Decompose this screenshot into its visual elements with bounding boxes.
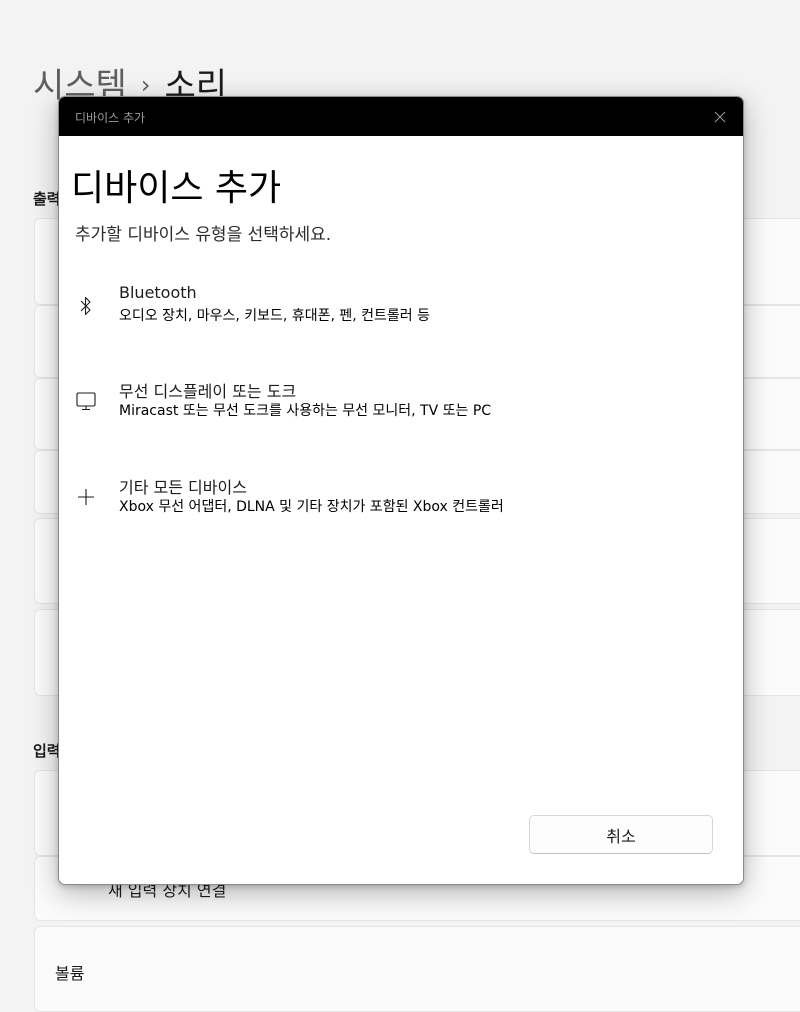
dialog-subtitle: 추가할 디바이스 유형을 선택하세요.: [75, 225, 332, 245]
add-device-dialog: 디바이스 추가 디바이스 추가 추가할 디바이스 유형을 선택하세요. Blue…: [58, 96, 744, 885]
monitor-icon: [71, 386, 101, 416]
cancel-button[interactable]: 취소: [529, 815, 713, 854]
titlebar-title: 디바이스 추가: [75, 111, 146, 125]
option-wireless-display-desc: Miracast 또는 무선 도크를 사용하는 무선 모니터, TV 또는 PC: [119, 403, 492, 419]
option-wireless-display-label: 무선 디스플레이 또는 도크: [119, 382, 297, 401]
option-other-devices-label: 기타 모든 디바이스: [119, 478, 247, 497]
option-bluetooth-label: Bluetooth: [119, 283, 197, 302]
volume-card[interactable]: 볼륨: [34, 926, 800, 1012]
section-input-heading: 입력: [33, 742, 61, 760]
option-wireless-display[interactable]: 무선 디스플레이 또는 도크 Miracast 또는 무선 도크를 사용하는 무…: [63, 378, 723, 456]
dialog-titlebar[interactable]: 디바이스 추가: [59, 97, 743, 136]
option-bluetooth[interactable]: Bluetooth 오디오 장치, 마우스, 키보드, 휴대폰, 펜, 컨트롤러…: [63, 283, 723, 361]
volume-label: 볼륨: [55, 964, 85, 983]
close-icon: [714, 111, 726, 122]
section-output-heading: 출력: [33, 190, 61, 208]
option-other-devices[interactable]: 기타 모든 디바이스 Xbox 무선 어댑터, DLNA 및 기타 장치가 포함…: [63, 474, 723, 552]
close-button[interactable]: [697, 97, 743, 136]
plus-icon: [71, 482, 101, 512]
option-other-devices-desc: Xbox 무선 어댑터, DLNA 및 기타 장치가 포함된 Xbox 컨트롤러: [119, 499, 504, 515]
bluetooth-icon: [71, 291, 101, 321]
breadcrumb-separator: ›: [140, 71, 151, 99]
option-bluetooth-desc: 오디오 장치, 마우스, 키보드, 휴대폰, 펜, 컨트롤러 등: [119, 308, 431, 324]
dialog-title: 디바이스 추가: [71, 168, 282, 209]
